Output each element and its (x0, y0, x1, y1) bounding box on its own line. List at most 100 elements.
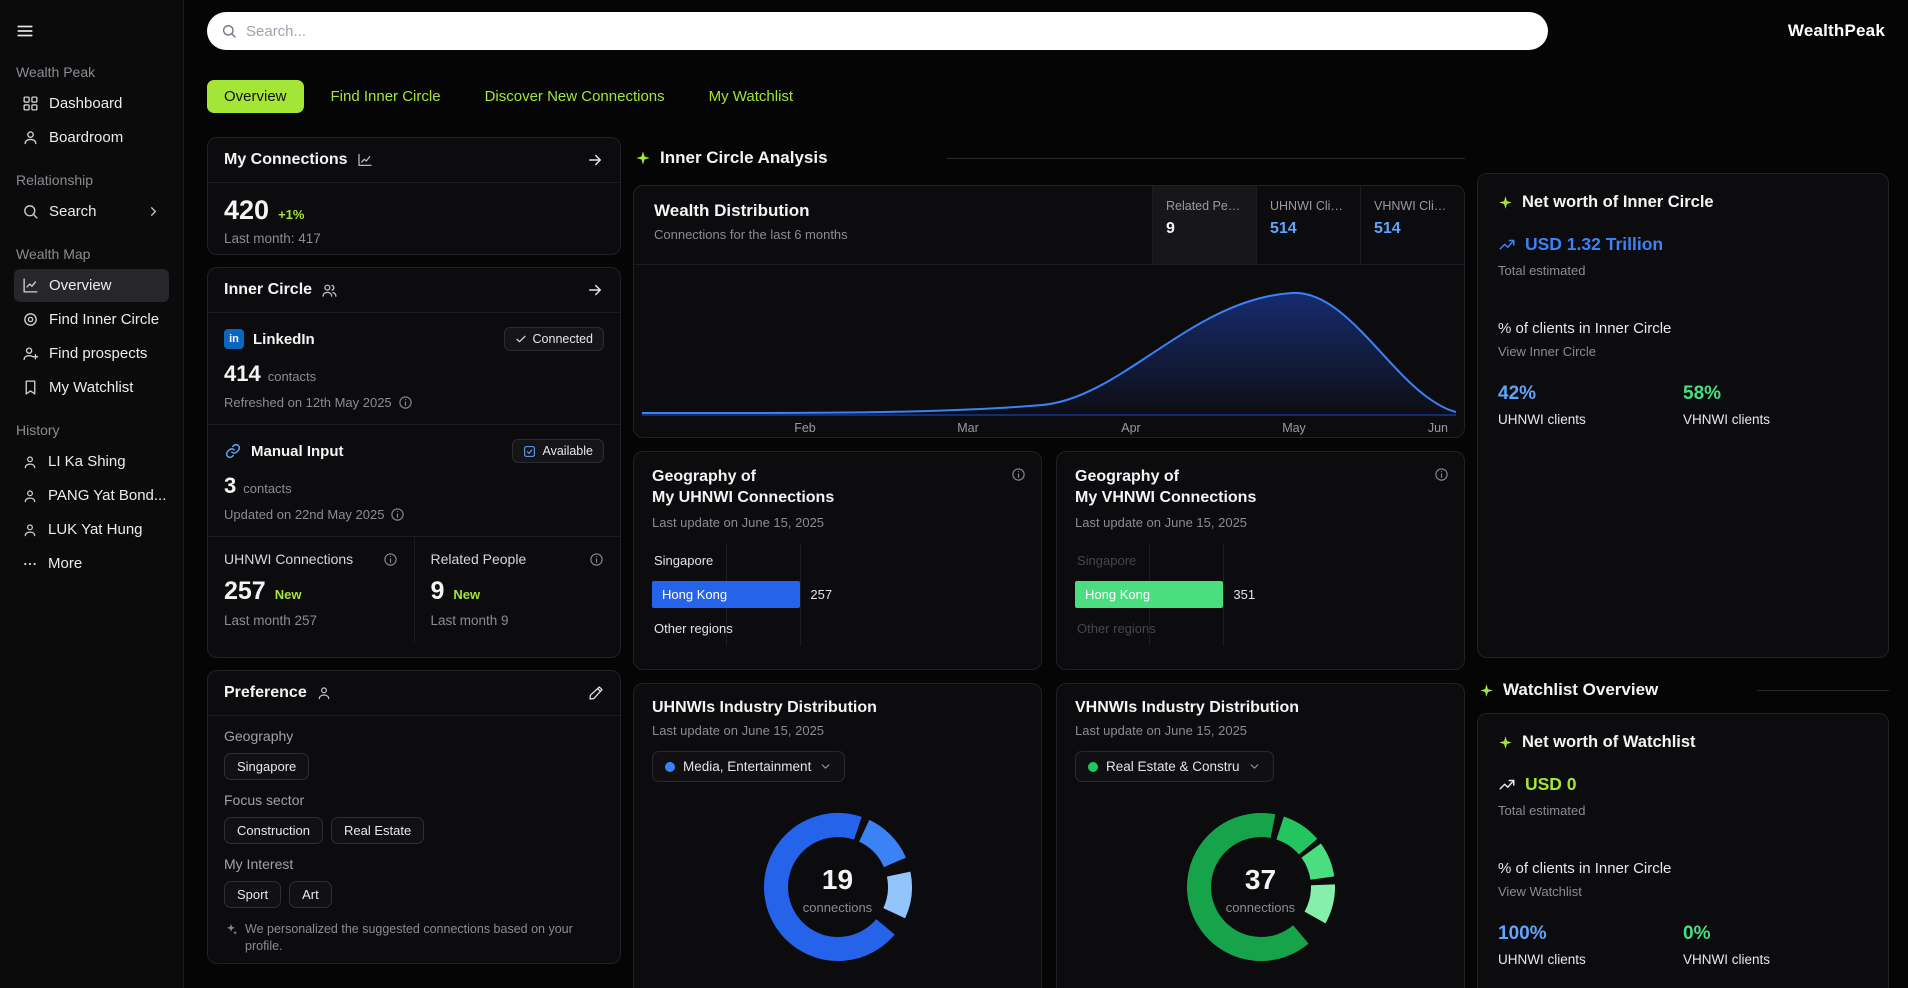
focus-sector-label: Focus sector (224, 792, 305, 808)
tab-my-watchlist[interactable]: My Watchlist (692, 80, 810, 113)
search-icon (24, 205, 38, 219)
tab-find-inner-circle[interactable]: Find Inner Circle (314, 80, 458, 113)
page-tabs: Overview Find Inner Circle Discover New … (207, 80, 1889, 113)
sidebar-item-more[interactable]: More (14, 547, 169, 580)
search-input[interactable] (246, 22, 1534, 40)
geography-label: Geography (224, 728, 294, 744)
sparkle-icon (1480, 683, 1493, 697)
sidebar-item-label: Dashboard (49, 95, 123, 112)
wealth-distribution-tabs: Related Pers... 9 UHNWI Clients 514 VHNW… (1152, 186, 1464, 264)
stat-last-month: Last month 257 (224, 613, 318, 628)
sidebar-item-history-1[interactable]: LI Ka Shing (14, 445, 169, 478)
wd-tab-label: VHNWI Clients (1374, 199, 1451, 213)
view-watchlist-link[interactable]: View Watchlist (1498, 884, 1868, 899)
sparkle-icon (1499, 736, 1512, 749)
x-tick: Jun (1428, 421, 1448, 435)
net-worth-amount: USD 0 (1525, 774, 1577, 794)
donut-center-label: connections (1225, 900, 1296, 915)
app-root: Wealth Peak Dashboard Boardroom Relation… (0, 0, 1908, 988)
info-icon[interactable] (589, 552, 604, 567)
wealth-distribution-subtitle: Connections for the last 6 months (654, 227, 848, 242)
menu-toggle-button[interactable] (16, 16, 50, 46)
global-search[interactable] (207, 12, 1548, 50)
uhnwi-donut-chart: 19 connections (753, 802, 923, 977)
sidebar-item-find-inner-circle[interactable]: Find Inner Circle (14, 303, 169, 336)
net-worth-watchlist-card: Net worth of Watchlist USD 0 Total estim… (1477, 713, 1889, 988)
sidebar-item-history-2[interactable]: PANG Yat Bond... (14, 479, 169, 512)
sidebar-item-overview[interactable]: Overview (14, 269, 169, 302)
area-fill (642, 292, 1456, 415)
sidebar-item-label: Boardroom (49, 129, 124, 146)
arrow-right-icon (589, 154, 601, 166)
user-icon (318, 687, 330, 700)
info-icon[interactable] (398, 395, 413, 410)
sparkle-icon (636, 151, 650, 165)
geo-subtitle: Last update on June 15, 2025 (652, 514, 825, 530)
sidebar-section-wealth-map: Wealth Map (16, 246, 91, 262)
preference-title: Preference (224, 684, 307, 701)
bar-value: 351 (1233, 587, 1256, 603)
bar-label: Hong Kong (1085, 587, 1151, 603)
main-area: WealthPeak Overview Find Inner Circle Di… (184, 0, 1908, 988)
tab-discover-new-connections[interactable]: Discover New Connections (468, 80, 682, 113)
sidebar-item-find-prospects[interactable]: Find prospects (14, 337, 169, 370)
industry-select[interactable]: Real Estate & Constru (1075, 751, 1274, 782)
sidebar-item-dashboard[interactable]: Dashboard (14, 87, 169, 120)
boardroom-icon (24, 131, 37, 145)
manual-status-badge: Available (512, 439, 604, 463)
clients-section-title: % of clients in Inner Circle (1498, 320, 1672, 337)
bookmark-icon (25, 380, 36, 395)
user-icon (24, 523, 36, 536)
info-icon[interactable] (1011, 467, 1026, 482)
bar-label-singapore: Singapore (654, 553, 714, 569)
card-title: Net worth of Inner Circle (1522, 193, 1714, 211)
user-icon (24, 455, 36, 468)
uhnwi-percent-block: 100% UHNWI clients (1498, 923, 1683, 967)
inner-circle-analysis-header: Inner Circle Analysis (635, 147, 1465, 169)
info-icon[interactable] (390, 507, 405, 522)
view-inner-circle-link[interactable]: View Inner Circle (1498, 344, 1868, 359)
uhnwi-industry-card: UHNWIs Industry Distribution Last update… (633, 683, 1042, 988)
geography-chip: Singapore (224, 753, 310, 780)
mini-chart-icon (357, 154, 372, 166)
info-icon[interactable] (383, 552, 398, 567)
preference-edit-button[interactable] (588, 685, 604, 701)
sidebar-item-label: My Watchlist (49, 379, 134, 396)
user-plus-icon (23, 347, 39, 361)
stat-last-month: Last month 9 (430, 613, 509, 628)
uhnwi-percent: 42% (1498, 383, 1537, 404)
wd-tab-uhnwi-clients[interactable]: UHNWI Clients 514 (1256, 186, 1360, 264)
hamburger-icon (17, 25, 33, 37)
sidebar-item-boardroom[interactable]: Boardroom (14, 121, 169, 154)
geo-bar-chart: Singapore Hong Kong 257 Other regions (652, 543, 1023, 646)
industry-select[interactable]: Media, Entertainment (652, 751, 846, 782)
wd-tab-related-persons[interactable]: Related Pers... 9 (1152, 186, 1256, 264)
inner-circle-stats: UHNWI Connections 257 New Last month 257 (208, 537, 620, 642)
uhnwi-connections-stat: UHNWI Connections 257 New Last month 257 (208, 537, 414, 642)
linkedin-contacts-label: contacts (267, 369, 317, 384)
industry-title: VHNWIs Industry Distribution (1075, 699, 1299, 716)
wd-tab-vhnwi-clients[interactable]: VHNWI Clients 514 (1360, 186, 1464, 264)
bar-hong-kong[interactable]: Hong Kong (1075, 581, 1224, 609)
sidebar-item-label: Find prospects (49, 345, 148, 362)
related-people-stat: Related People 9 New Last month 9 (413, 537, 621, 642)
bar-value: 257 (810, 587, 833, 603)
geo-title-line1: Geography of (652, 468, 757, 485)
inner-circle-open-button[interactable] (586, 281, 604, 299)
my-connections-open-button[interactable] (586, 151, 604, 169)
net-worth-amount: USD 1.32 Trillion (1525, 234, 1664, 254)
inner-circle-card: Inner Circle in LinkedIn Connected 414 c… (207, 267, 621, 658)
donut-center-value: 37 (1244, 864, 1277, 895)
geo-bar-chart: Singapore Hong Kong 351 Other regions (1075, 543, 1446, 646)
geo-title-line2: My UHNWI Connections (652, 488, 835, 506)
search-icon (223, 25, 236, 38)
sidebar-item-search[interactable]: Search (14, 195, 169, 228)
uhnwi-percent: 100% (1498, 923, 1547, 944)
info-icon[interactable] (1434, 467, 1449, 482)
sidebar-item-history-3[interactable]: LUK Yat Hung (14, 513, 169, 546)
sidebar: Wealth Peak Dashboard Boardroom Relation… (0, 0, 184, 988)
sidebar-item-my-watchlist[interactable]: My Watchlist (14, 371, 169, 404)
tab-overview[interactable]: Overview (207, 80, 304, 113)
interest-chip: Sport (224, 881, 282, 908)
bar-hong-kong[interactable]: Hong Kong (652, 581, 801, 609)
